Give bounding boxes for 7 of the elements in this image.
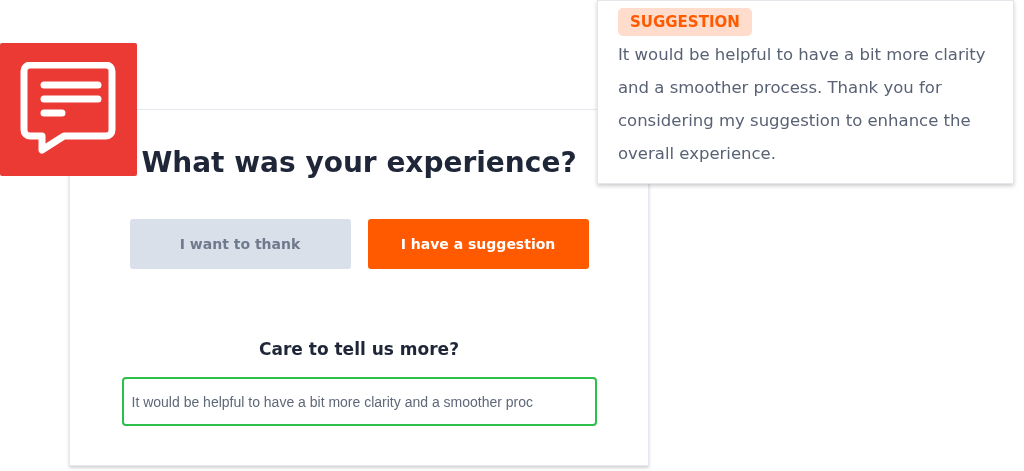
option-button[interactable]: I have a suggestion bbox=[367, 219, 589, 269]
feedback-input[interactable]: It would be helpful to have a bit more clarity and a smoother proc bbox=[121, 377, 597, 426]
prompt-label: Care to tell us more? bbox=[258, 339, 459, 359]
suggestion-tag: SUGGESTION bbox=[618, 8, 752, 36]
card-title: What was your experience? bbox=[141, 146, 577, 179]
suggestion-text: It would be helpful to have a bit more clarity and a smoother process. Thank you for considering my suggestion to enhance the overall experience. bbox=[618, 44, 987, 165]
option-button[interactable]: I want to thank bbox=[129, 219, 351, 269]
